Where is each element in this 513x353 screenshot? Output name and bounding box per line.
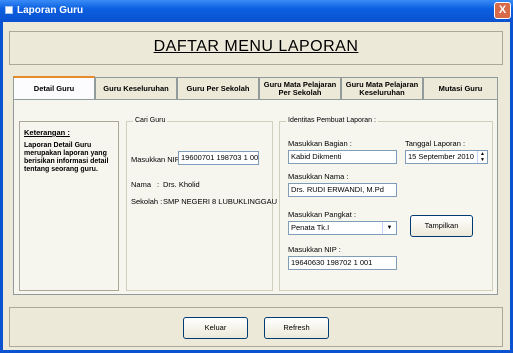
pangkat-label: Masukkan Pangkat : [288, 210, 356, 219]
report-tabs: Detail Guru Guru Keseluruhan Guru Per Se… [13, 76, 498, 100]
tab-guru-mapel-per-sekolah[interactable]: Guru Mata Pelajaran Per Sekolah [259, 77, 341, 99]
tanggal-label: Tanggal Laporan : [405, 139, 466, 148]
nip-search-label: Masukkan NIP : [131, 155, 184, 164]
chevron-down-icon[interactable]: ▼ [382, 222, 396, 234]
nama-guru-sep: : [157, 180, 160, 189]
tab-detail-guru[interactable]: Detail Guru [13, 76, 95, 100]
keluar-button[interactable]: Keluar [183, 317, 248, 339]
sekolah-value: SMP NEGERI 8 LUBUKLINGGAU [163, 197, 278, 206]
sekolah-label: Sekolah : [131, 197, 163, 206]
tab-mutasi-guru[interactable]: Mutasi Guru [423, 77, 498, 99]
spin-arrows-icon[interactable]: ▲ ▼ [477, 151, 487, 163]
nip-pembuat-input[interactable]: 19640630 198702 1 001 [288, 256, 397, 270]
bagian-input[interactable]: Kabid Dikmenti [288, 150, 397, 164]
tab-guru-mapel-keseluruhan[interactable]: Guru Mata Pelajaran Keseluruhan [341, 77, 423, 99]
nama-guru-label: Nama [131, 180, 152, 189]
refresh-button[interactable]: Refresh [264, 317, 329, 339]
tab-guru-per-sekolah[interactable]: Guru Per Sekolah [177, 77, 259, 99]
page-header: DAFTAR MENU LAPORAN [9, 31, 503, 65]
footer-bar [9, 307, 503, 347]
info-label: Keterangan : [24, 128, 70, 137]
nama-pembuat-label: Masukkan Nama : [288, 172, 349, 181]
close-icon[interactable]: X [494, 2, 511, 19]
window-icon [5, 6, 13, 14]
identitas-legend: Identitas Pembuat Laporan : [286, 117, 378, 124]
title-bar: Laporan Guru X [0, 0, 513, 22]
bagian-label: Masukkan Bagian : [288, 139, 352, 148]
nip-pembuat-label: Masukkan NIP : [288, 245, 341, 254]
pangkat-value: Penata Tk.I [291, 223, 330, 232]
nama-guru-value: Drs. Kholid [163, 180, 200, 189]
cari-guru-group: Cari Guru [126, 117, 273, 291]
nama-pembuat-input[interactable]: Drs. RUDI ERWANDI, M.Pd [288, 183, 397, 197]
window-title: Laporan Guru [17, 5, 84, 16]
info-text: Laporan Detail Guru merupakan laporan ya… [24, 142, 109, 173]
nip-search-input[interactable]: 19600701 198703 1 002 [178, 151, 259, 165]
info-box: Keterangan : Laporan Detail Guru merupak… [19, 121, 119, 291]
tanggal-input[interactable]: 15 September 2010 ▲ ▼ [405, 150, 488, 164]
tab-guru-keseluruhan[interactable]: Guru Keseluruhan [95, 77, 177, 99]
tanggal-value: 15 September 2010 [408, 152, 474, 161]
tampilkan-button[interactable]: Tampilkan [410, 215, 473, 237]
cari-guru-legend: Cari Guru [133, 117, 168, 124]
page-title: DAFTAR MENU LAPORAN [153, 38, 359, 55]
pangkat-select[interactable]: Penata Tk.I ▼ [288, 221, 397, 235]
